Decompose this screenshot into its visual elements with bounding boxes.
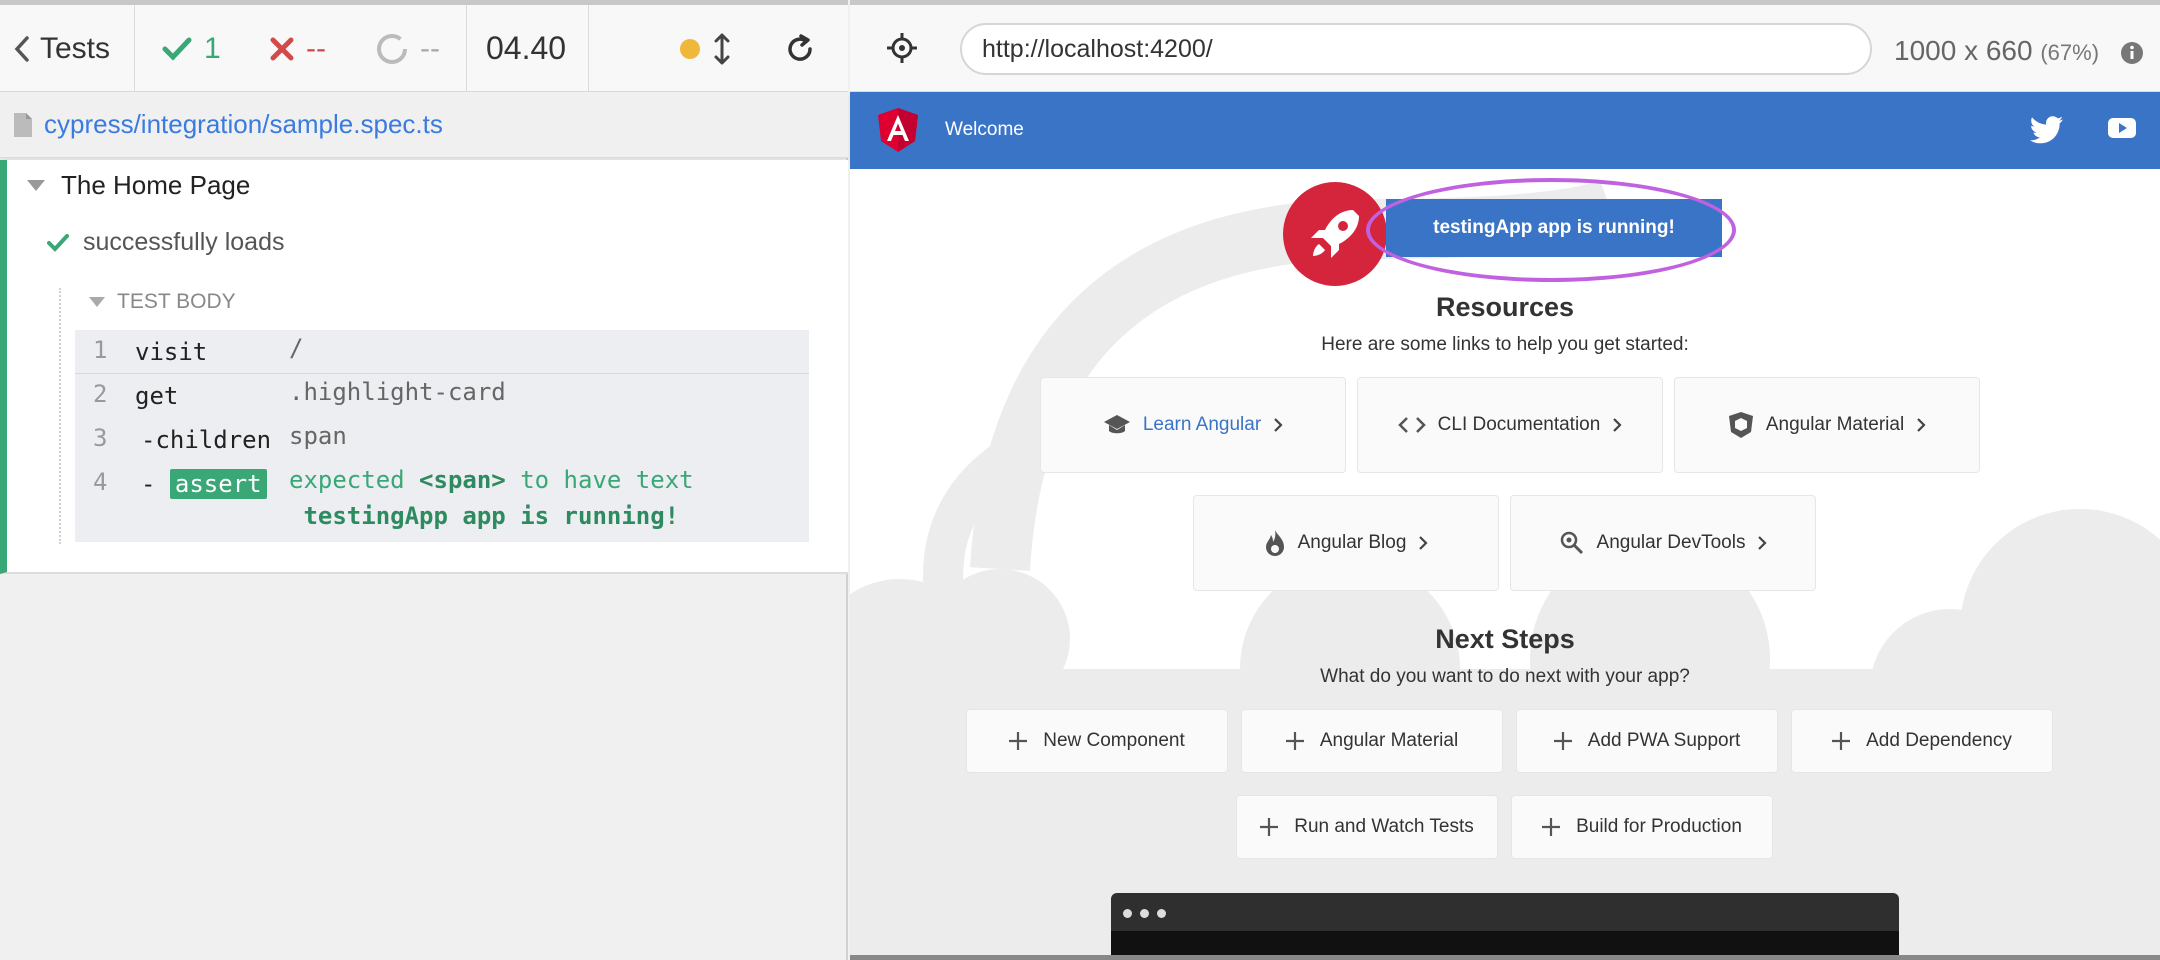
- tests-button[interactable]: Tests: [14, 5, 110, 92]
- check-icon: [162, 37, 192, 61]
- material-shield-icon: [1728, 411, 1754, 439]
- step-new-component[interactable]: New Component: [966, 709, 1228, 773]
- terminal-screen: [1111, 931, 1899, 955]
- rocket-icon: [1311, 210, 1359, 258]
- viewport-info-button[interactable]: [2120, 41, 2144, 70]
- element-highlight-ring: [1366, 178, 1736, 282]
- test-title[interactable]: successfully loads: [47, 228, 284, 257]
- next-steps-title: Next Steps: [1435, 624, 1575, 654]
- auto-scroll-toggle[interactable]: [680, 5, 730, 92]
- caret-down-icon: [27, 180, 45, 191]
- aut-scrollbar[interactable]: [850, 955, 2160, 960]
- spec-path-link[interactable]: cypress/integration/sample.spec.ts: [44, 109, 443, 140]
- test-body-header[interactable]: TEST BODY: [89, 290, 236, 314]
- plus-icon: [1832, 732, 1851, 750]
- next-steps-subtitle: What do you want to do next with your ap…: [1320, 666, 1690, 687]
- assert-message: expected <span> to have text testingApp …: [289, 466, 694, 530]
- plus-icon: [1553, 732, 1572, 750]
- assert-badge: assert: [169, 469, 267, 499]
- tests-label: Tests: [40, 31, 111, 65]
- step-add-pwa-support[interactable]: Add PWA Support: [1516, 709, 1778, 773]
- app-toolbar: Welcome: [850, 92, 2160, 169]
- plus-icon: [1260, 818, 1279, 836]
- resources-title: Resources: [1435, 292, 1575, 322]
- card-angular-blog[interactable]: Angular Blog: [1193, 495, 1499, 591]
- command-row[interactable]: 3 -children span: [75, 418, 809, 462]
- test-body-guide: [59, 288, 61, 544]
- step-run-and-watch-tests[interactable]: Run and Watch Tests: [1236, 795, 1498, 859]
- command-log: 1 visit / 2 get .highlight-card 3 -child…: [75, 330, 809, 542]
- magnifier-icon: [1559, 530, 1585, 556]
- background-clouds: [850, 180, 2160, 955]
- failed-count: --: [270, 5, 326, 92]
- command-row[interactable]: 2 get .highlight-card: [75, 374, 809, 418]
- status-dot: [680, 38, 700, 59]
- aut-header: http://localhost:4200/ 1000 x 660 (67%): [850, 0, 2160, 92]
- pending-count: --: [376, 5, 440, 92]
- angular-logo-icon: [878, 108, 918, 152]
- chevron-left-icon: [14, 35, 29, 62]
- terminal-window: [1111, 893, 1899, 955]
- duration-timer: 04.40: [486, 30, 567, 66]
- code-icon: [1397, 415, 1426, 435]
- window-dots: [1123, 909, 1174, 918]
- step-angular-material[interactable]: Angular Material: [1241, 709, 1503, 773]
- reload-icon: [788, 33, 812, 61]
- resize-vertical-icon: [714, 33, 730, 64]
- suite-title[interactable]: The Home Page: [27, 170, 250, 201]
- selector-playground-button[interactable]: [886, 32, 918, 69]
- flame-icon: [1264, 529, 1286, 557]
- runner-header: Tests 1 -- -- 04.40: [0, 0, 848, 92]
- url-bar[interactable]: http://localhost:4200/: [960, 23, 1872, 75]
- chevron-right-icon: [1916, 417, 1926, 433]
- chevron-right-icon: [1273, 417, 1283, 433]
- spec-file-bar: cypress/integration/sample.spec.ts: [0, 92, 848, 158]
- resources-subtitle: Here are some links to help you get star…: [1321, 334, 1689, 355]
- passed-count: 1: [162, 5, 221, 92]
- rerun-button[interactable]: [784, 5, 816, 92]
- cypress-runner-panel: Tests 1 -- -- 04.40 cypress/integration/…: [0, 0, 848, 960]
- chevron-right-icon: [1418, 535, 1428, 551]
- angular-app: Welcome testingApp app is running! Resou…: [850, 92, 2160, 955]
- youtube-icon[interactable]: [2108, 116, 2136, 140]
- viewport-size: 1000 x 660 (67%): [1894, 35, 2100, 66]
- info-icon: [2121, 42, 2143, 64]
- plus-icon: [1285, 732, 1304, 750]
- check-icon: [47, 233, 69, 252]
- card-angular-devtools[interactable]: Angular DevTools: [1510, 495, 1816, 591]
- chevron-right-icon: [1757, 535, 1768, 551]
- toolbar-title: Welcome: [945, 119, 1024, 140]
- file-icon: [14, 112, 32, 137]
- x-icon: [270, 37, 294, 60]
- plus-icon: [1542, 818, 1561, 836]
- chevron-right-icon: [1612, 417, 1622, 433]
- test-runnable: The Home Page successfully loads TEST BO…: [0, 160, 848, 574]
- spinner-icon: [377, 33, 407, 64]
- plus-icon: [1009, 732, 1028, 750]
- aut-frame: Welcome testingApp app is running! Resou…: [850, 92, 2160, 960]
- caret-down-icon: [89, 297, 105, 307]
- step-build-for-production[interactable]: Build for Production: [1511, 795, 1773, 859]
- twitter-icon[interactable]: [2030, 116, 2064, 144]
- card-learn-angular[interactable]: Learn Angular: [1040, 377, 1346, 473]
- card-angular-material[interactable]: Angular Material: [1674, 377, 1980, 473]
- crosshair-icon: [887, 33, 917, 63]
- graduation-cap-icon: [1103, 413, 1131, 437]
- command-row-assert[interactable]: 4 - assert expected <span> to have text …: [75, 462, 809, 542]
- command-row[interactable]: 1 visit /: [75, 330, 809, 374]
- card-cli-documentation[interactable]: CLI Documentation: [1357, 377, 1663, 473]
- step-add-dependency[interactable]: Add Dependency: [1791, 709, 2053, 773]
